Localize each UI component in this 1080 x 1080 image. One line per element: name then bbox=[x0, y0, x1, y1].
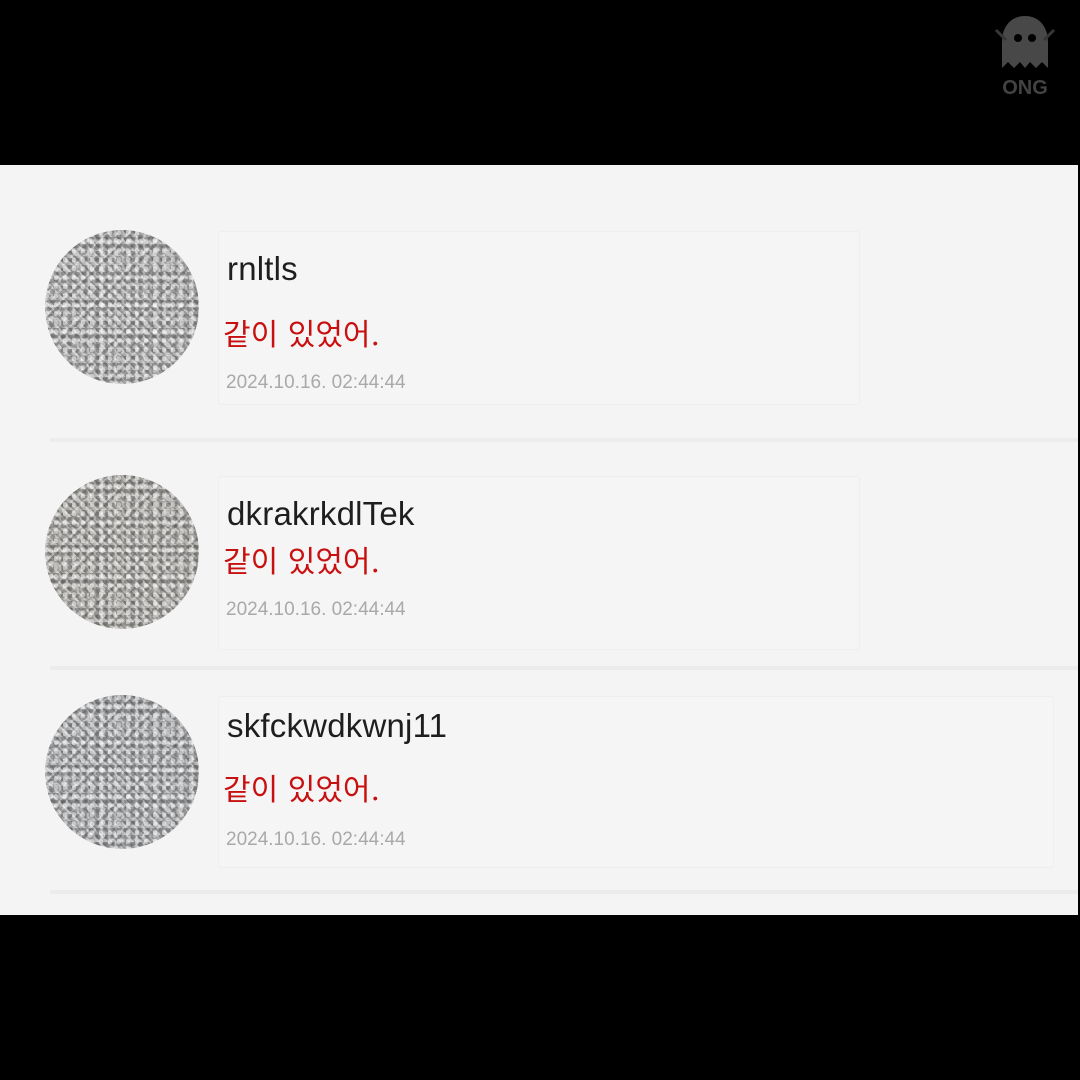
comment-username[interactable]: skfckwdkwnj11 bbox=[227, 707, 447, 745]
ghost-logo-icon: ONG bbox=[994, 16, 1056, 99]
comment-divider bbox=[50, 438, 1078, 442]
comment-message: 같이 있었어. bbox=[223, 545, 381, 580]
comment-timestamp: 2024.10.16. 02:44:44 bbox=[226, 829, 406, 850]
comment-username[interactable]: rnltls bbox=[227, 250, 298, 288]
user-avatar[interactable] bbox=[45, 695, 199, 849]
comment-item: dkrakrkdlTek 같이 있었어. 2024.10.16. 02:44:4… bbox=[0, 470, 1078, 695]
comment-bubble: rnltls 같이 있었어. 2024.10.16. 02:44:44 bbox=[218, 231, 860, 405]
screenshot-frame: ONG rnltls 같이 있었어. 2024.10.16. 02:44:44 … bbox=[0, 0, 1080, 1080]
comment-divider bbox=[50, 890, 1078, 894]
comment-message: 같이 있었어. bbox=[223, 318, 381, 353]
comment-list: rnltls 같이 있었어. 2024.10.16. 02:44:44 dkra… bbox=[0, 165, 1078, 915]
comment-username[interactable]: dkrakrkdlTek bbox=[227, 495, 415, 533]
comment-divider bbox=[50, 666, 1078, 670]
comment-item: skfckwdkwnj11 같이 있었어. 2024.10.16. 02:44:… bbox=[0, 690, 1078, 915]
comment-bubble: dkrakrkdlTek 같이 있었어. 2024.10.16. 02:44:4… bbox=[218, 476, 860, 650]
comment-timestamp: 2024.10.16. 02:44:44 bbox=[226, 599, 406, 620]
user-avatar[interactable] bbox=[45, 230, 199, 384]
comment-bubble: skfckwdkwnj11 같이 있었어. 2024.10.16. 02:44:… bbox=[218, 696, 1054, 868]
comment-item: rnltls 같이 있었어. 2024.10.16. 02:44:44 bbox=[0, 225, 1078, 450]
watermark-text: ONG bbox=[1002, 77, 1048, 99]
comment-timestamp: 2024.10.16. 02:44:44 bbox=[226, 372, 406, 393]
comment-message: 같이 있었어. bbox=[223, 773, 381, 808]
user-avatar[interactable] bbox=[45, 475, 199, 629]
